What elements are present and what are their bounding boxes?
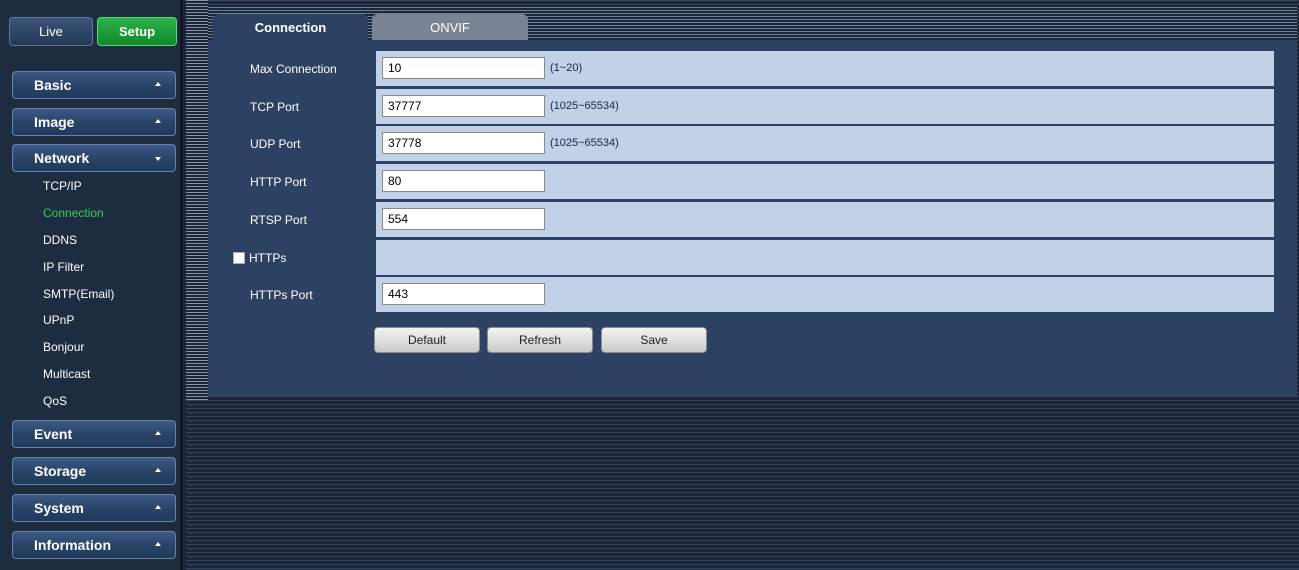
save-button[interactable]: Save [601,327,707,353]
default-button[interactable]: Default [374,327,480,353]
menu-storage-label: Storage [34,463,87,479]
menu-image[interactable]: Image [12,108,176,136]
menu-information[interactable]: Information [12,531,176,559]
row-udp-port: UDP Port (1025~65534) [230,126,1274,161]
decorative-stripe [186,0,208,400]
live-button[interactable]: Live [9,17,93,46]
tab-connection[interactable]: Connection [213,14,368,41]
https-label: HTTPs [249,250,287,265]
rtsp-port-label: RTSP Port [230,202,376,237]
udp-port-hint: (1025~65534) [550,137,619,149]
chevron-down-icon [155,157,161,161]
max-connection-input[interactable] [382,57,545,79]
sidebar-item-upnp[interactable]: UPnP [43,313,74,327]
http-port-input[interactable] [382,170,545,192]
refresh-button[interactable]: Refresh [487,327,593,353]
sidebar-item-bonjour[interactable]: Bonjour [43,340,84,354]
menu-storage[interactable]: Storage [12,457,176,485]
tcp-port-input[interactable] [382,95,545,117]
row-tcp-port: TCP Port (1025~65534) [230,89,1274,124]
menu-basic[interactable]: Basic [12,71,176,99]
sidebar-item-qos[interactable]: QoS [43,394,67,408]
tcp-port-hint: (1025~65534) [550,100,619,112]
sidebar-item-ddns[interactable]: DDNS [43,233,77,247]
row-https-port: HTTPs Port [230,277,1274,312]
udp-port-input[interactable] [382,132,545,154]
chevron-up-icon [155,119,161,123]
menu-image-label: Image [34,114,75,130]
sidebar-item-connection[interactable]: Connection [43,206,104,220]
https-port-input[interactable] [382,283,545,305]
menu-event-label: Event [34,426,73,442]
https-toggle[interactable]: HTTPs [230,240,376,275]
setup-button[interactable]: Setup [97,17,177,46]
sidebar-item-smtp[interactable]: SMTP(Email) [43,287,114,301]
https-checkbox[interactable] [233,251,245,264]
menu-basic-label: Basic [34,77,72,93]
menu-system-label: System [34,500,84,516]
sidebar-item-multicast[interactable]: Multicast [43,367,90,381]
sidebar: Live Setup Basic Image Network TCP/IP Co… [0,0,183,570]
http-port-label: HTTP Port [230,164,376,199]
udp-port-label: UDP Port [230,126,376,161]
menu-information-label: Information [34,537,111,553]
tab-onvif[interactable]: ONVIF [372,14,528,41]
sidebar-item-tcpip[interactable]: TCP/IP [43,179,82,193]
row-http-port: HTTP Port [230,164,1274,199]
https-port-label: HTTPs Port [230,277,376,312]
sidebar-item-ip-filter[interactable]: IP Filter [43,260,84,274]
menu-event[interactable]: Event [12,420,176,448]
chevron-up-icon [155,431,161,435]
chevron-up-icon [155,542,161,546]
chevron-up-icon [155,468,161,472]
max-connection-hint: (1~20) [550,62,583,74]
chevron-up-icon [155,82,161,86]
menu-network-label: Network [34,150,90,166]
row-https: HTTPs [230,240,1274,275]
row-max-connection: Max Connection (1~20) [230,51,1274,86]
max-connection-label: Max Connection [230,51,376,86]
rtsp-port-input[interactable] [382,208,545,230]
tcp-port-label: TCP Port [230,89,376,124]
row-rtsp-port: RTSP Port [230,202,1274,237]
menu-network[interactable]: Network [12,144,176,172]
menu-system[interactable]: System [12,494,176,522]
chevron-up-icon [155,505,161,509]
